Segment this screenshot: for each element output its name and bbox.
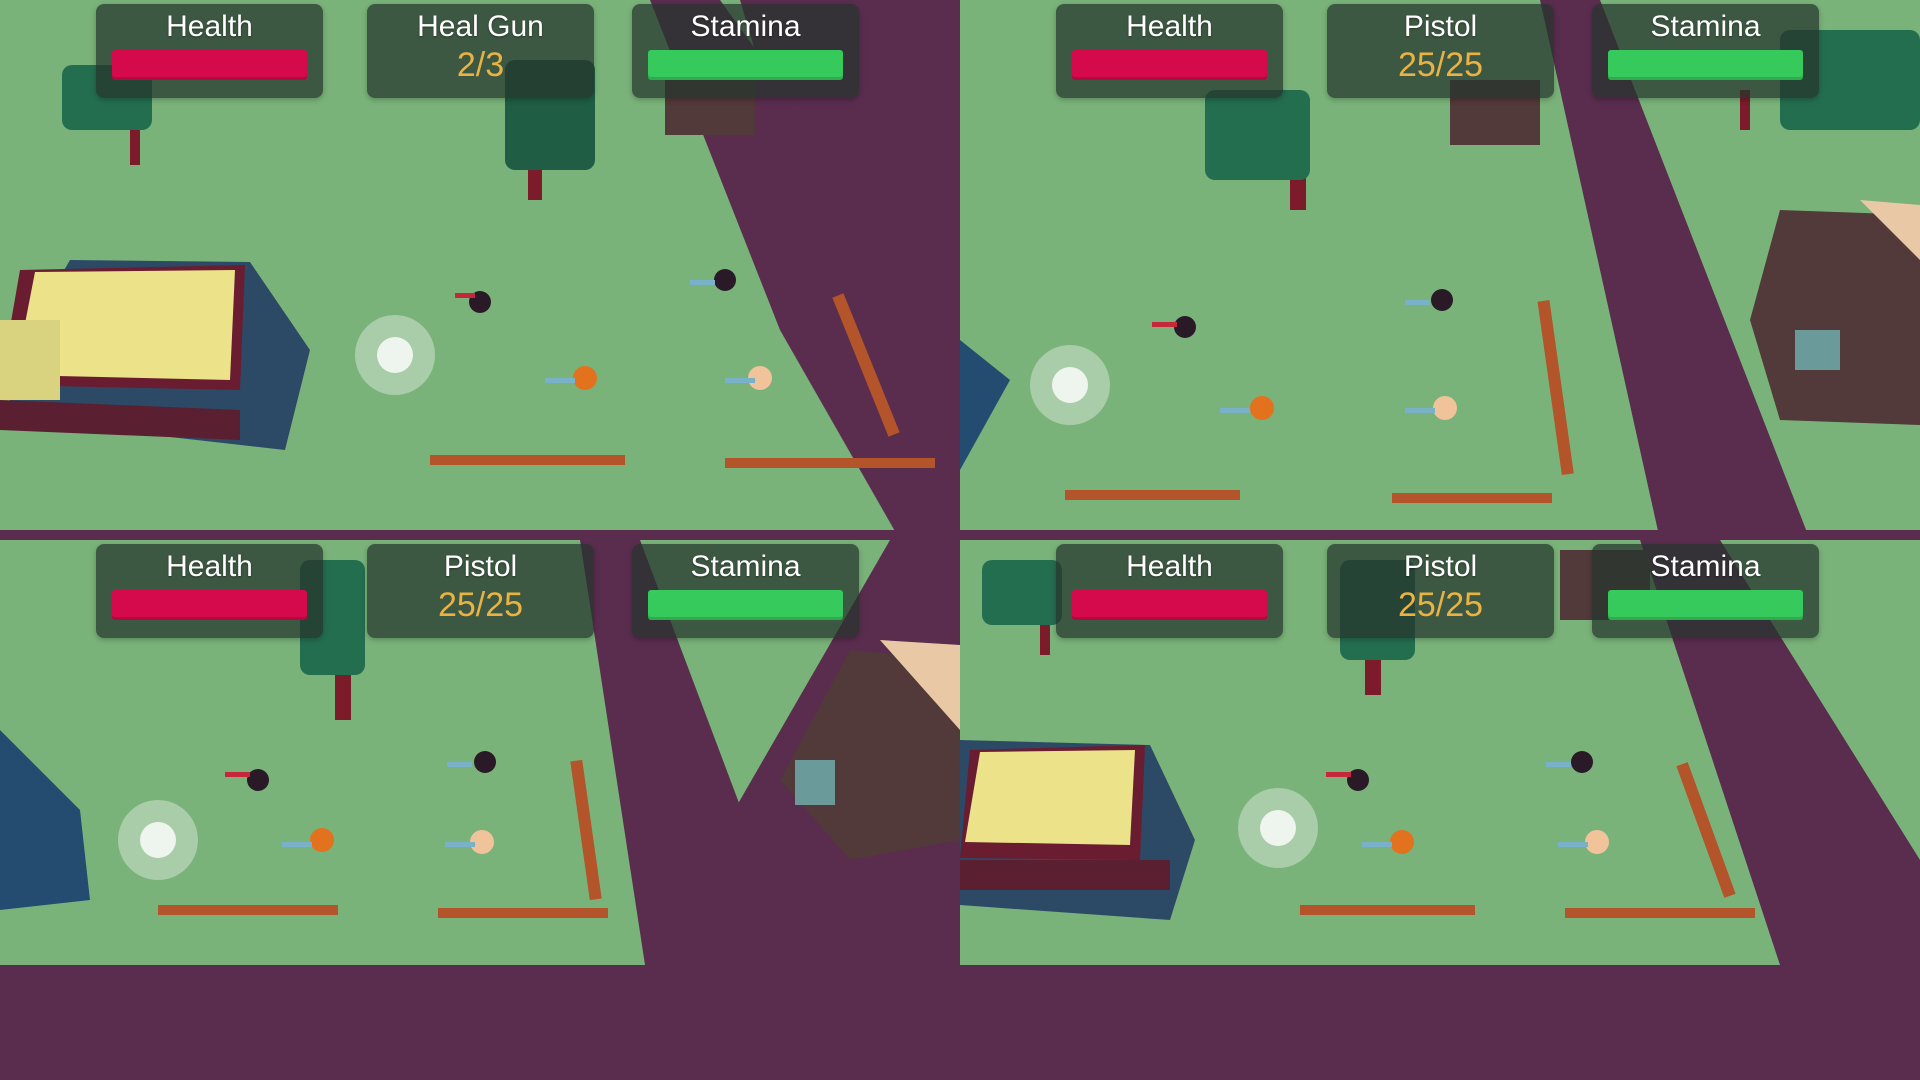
player1-viewport: Health Heal Gun 2/3 Stamina [0,0,960,540]
player3-viewport: Health Pistol 25/25 Stamina [0,540,960,1080]
weapon-label: Pistol [1403,550,1478,583]
building [0,260,310,450]
building [1750,200,1920,425]
health-panel: Health [96,544,323,638]
stamina-panel: Stamina [632,4,859,98]
weapon-ammo: 25/25 [437,586,524,624]
health-bar [112,50,307,80]
stamina-panel: Stamina [1592,4,1819,98]
health-panel: Health [1056,4,1283,98]
weapon-panel: Pistol 25/25 [1327,4,1554,98]
player4-viewport: Health Pistol 25/25 Stamina [960,540,1920,1080]
health-label: Health [1126,10,1213,43]
stamina-bar [648,50,843,80]
road [0,965,960,1080]
health-panel: Health [1056,544,1283,638]
stamina-bar [1608,590,1803,620]
stamina-panel: Stamina [1592,544,1819,638]
player2-viewport: Health Pistol 25/25 Stamina [960,0,1920,540]
road [960,965,1920,1080]
weapon-ammo: 25/25 [1397,586,1484,624]
stamina-label: Stamina [690,550,801,583]
stamina-panel: Stamina [632,544,859,638]
health-bar [1072,590,1267,620]
building [960,740,1195,920]
health-label: Health [166,10,253,43]
health-label: Health [1126,550,1213,583]
weapon-panel: Pistol 25/25 [367,544,594,638]
weapon-label: Pistol [443,550,518,583]
weapon-label: Pistol [1403,10,1478,43]
stamina-bar [648,590,843,620]
weapon-ammo: 2/3 [456,46,505,84]
weapon-panel: Pistol 25/25 [1327,544,1554,638]
weapon-ammo: 25/25 [1397,46,1484,84]
health-panel: Health [96,4,323,98]
health-bar [1072,50,1267,80]
health-label: Health [166,550,253,583]
health-bar [112,590,307,620]
stamina-label: Stamina [690,10,801,43]
viewport-divider [0,530,1920,540]
stamina-label: Stamina [1650,10,1761,43]
weapon-panel: Heal Gun 2/3 [367,4,594,98]
stamina-bar [1608,50,1803,80]
stamina-label: Stamina [1650,550,1761,583]
weapon-label: Heal Gun [417,10,544,43]
